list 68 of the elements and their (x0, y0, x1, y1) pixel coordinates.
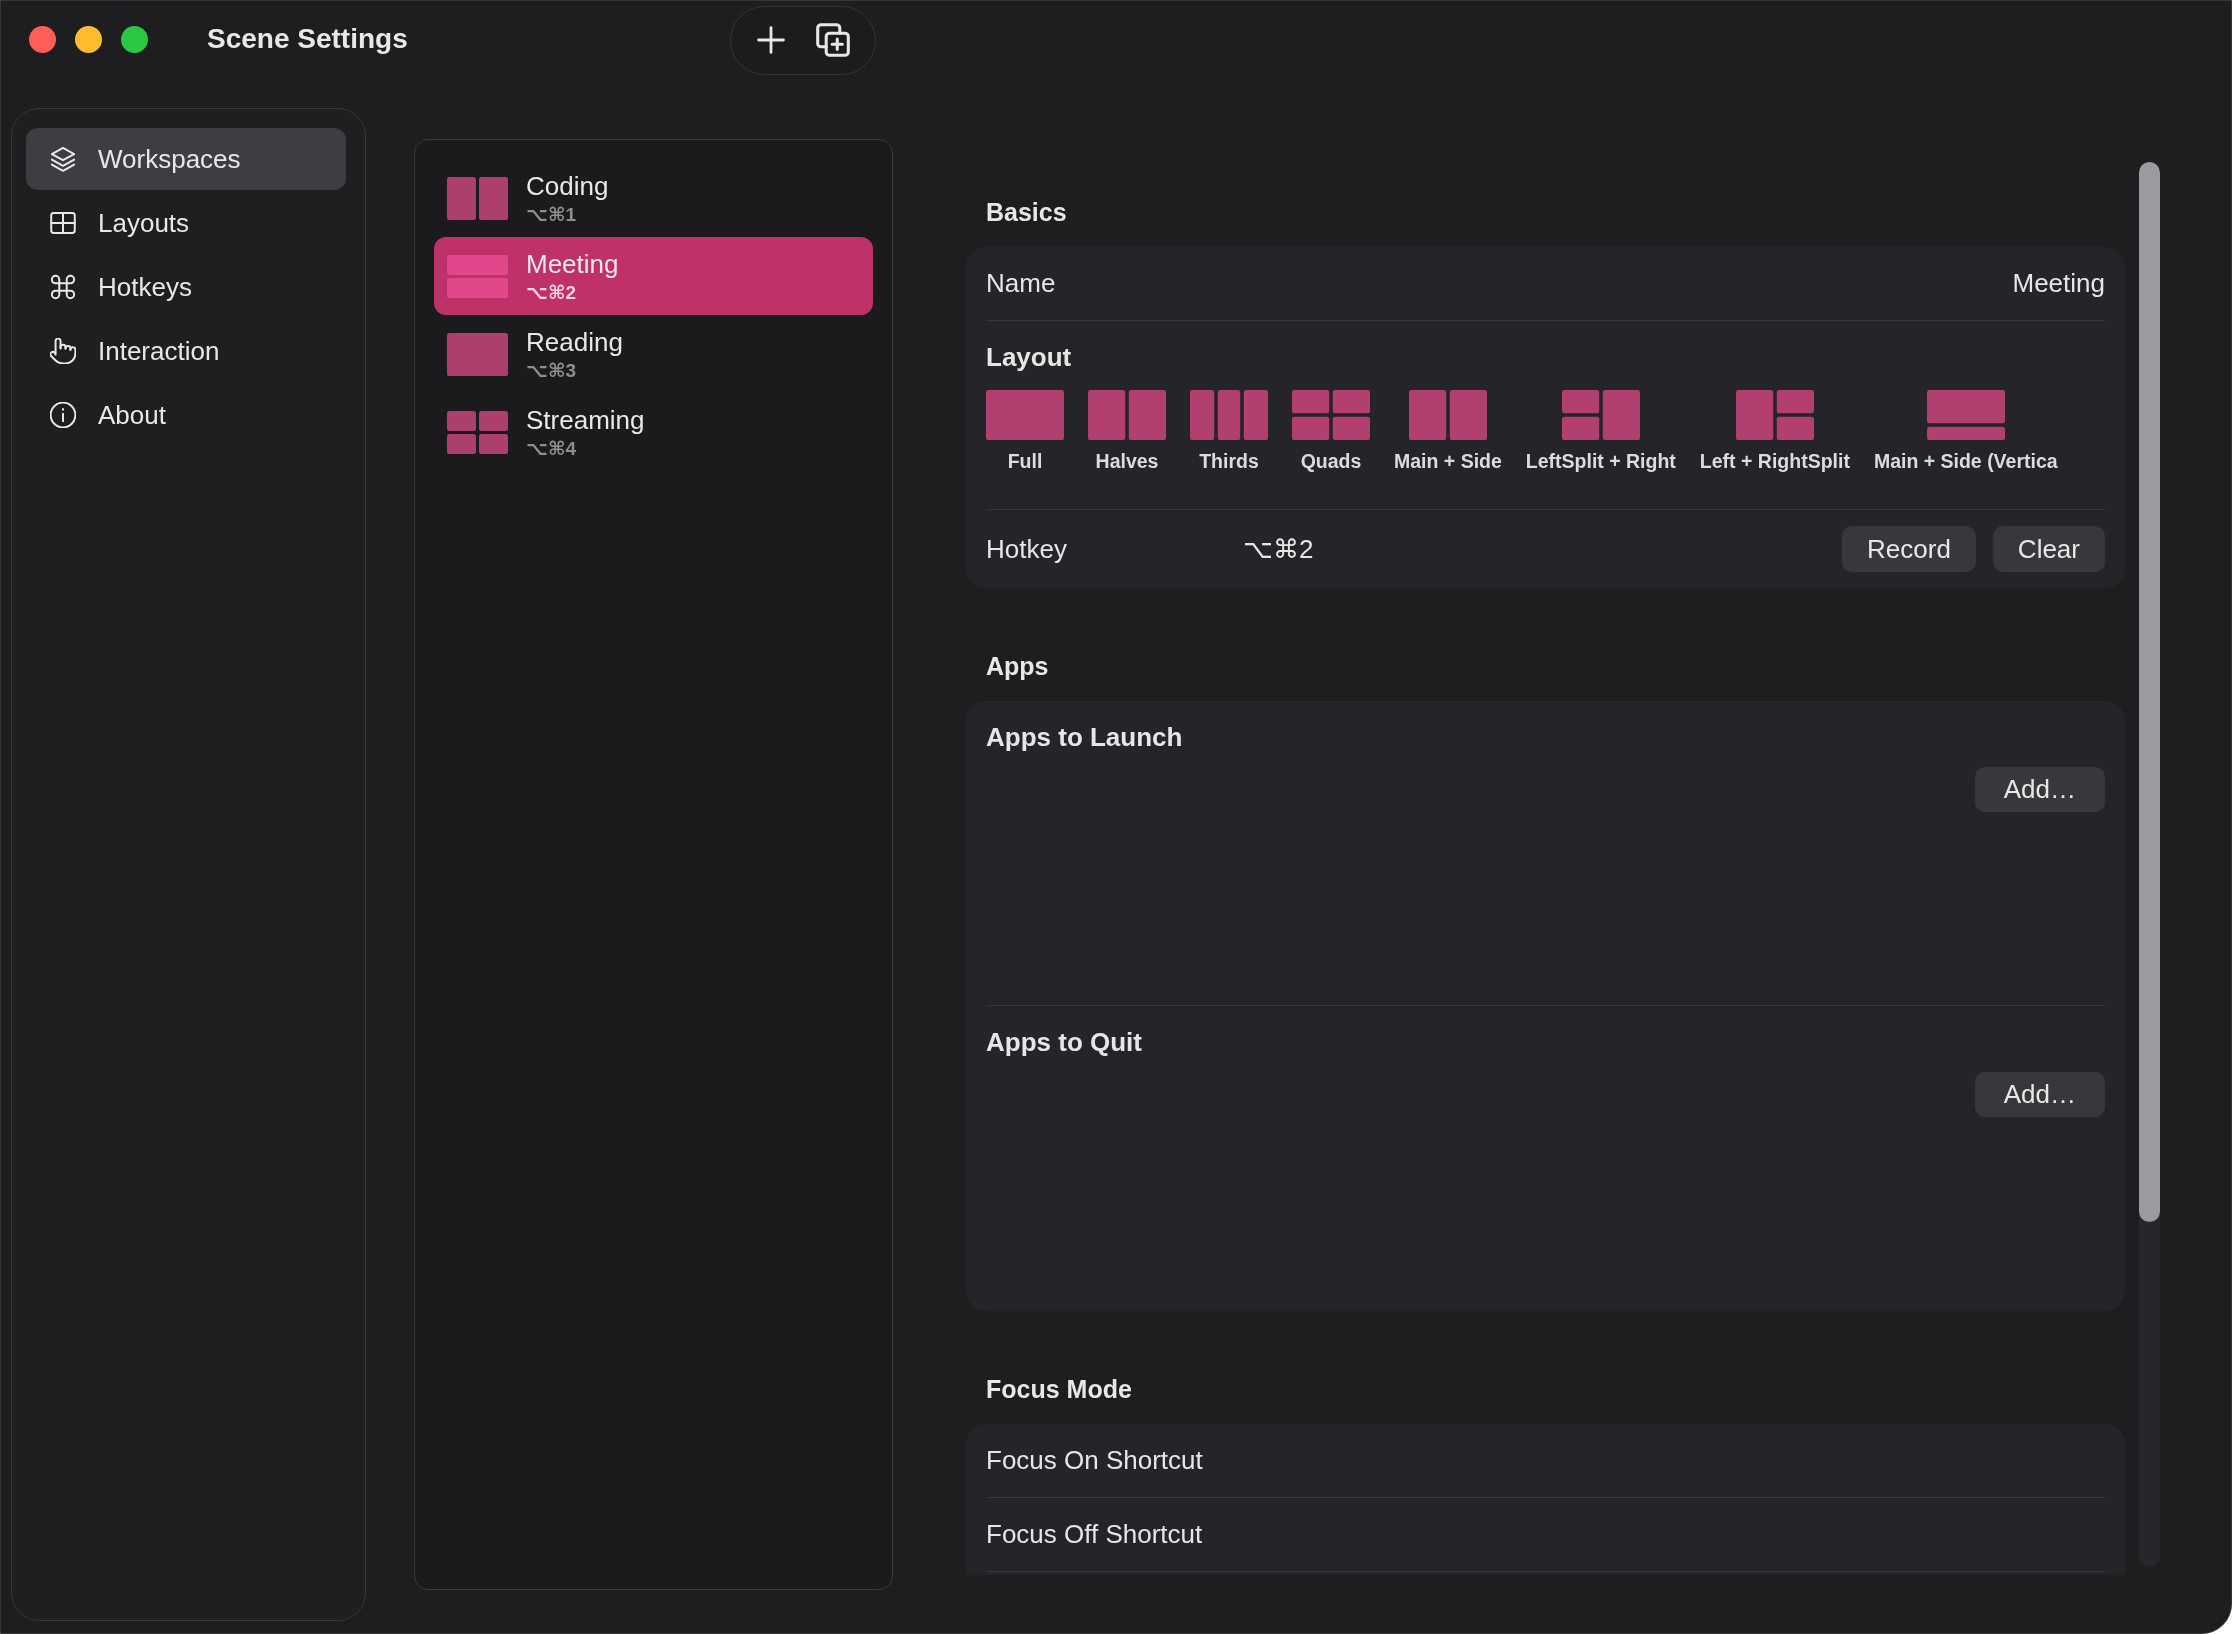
layout-option[interactable]: Thirds (1190, 390, 1268, 473)
setting-label: Focus Off Shortcut (986, 1519, 1203, 1550)
four-grid-icon (447, 410, 508, 454)
hand-pointer-icon (50, 338, 76, 364)
clear-button[interactable]: Clear (1992, 526, 2105, 572)
group-title: Apps to Quit (986, 1027, 1143, 1057)
two-row-icon (447, 254, 508, 298)
layout-option[interactable]: Full (986, 390, 1064, 473)
workspace-item[interactable]: Reading ⌥⌘3 (434, 315, 873, 393)
name-field[interactable]: Meeting (2012, 268, 2105, 299)
sidebar-item[interactable]: Hotkeys (26, 256, 346, 318)
single-panel-icon (447, 332, 508, 376)
field-label: Layout (986, 342, 1073, 372)
sidebar-item[interactable]: About (26, 384, 346, 446)
workspace-shortcut: ⌥⌘3 (526, 359, 578, 382)
workspace-shortcut: ⌥⌘2 (526, 281, 578, 304)
single-panel-icon (986, 390, 1064, 440)
duplicate-icon (815, 23, 850, 57)
four-grid-icon (1292, 390, 1370, 440)
workspace-name: Meeting (526, 248, 619, 279)
scrollbar-thumb[interactable] (2139, 162, 2160, 1222)
plus-icon (756, 26, 785, 54)
two-column-icon (1088, 390, 1166, 440)
record-button[interactable]: Record (1842, 526, 1976, 572)
layout-option[interactable]: LeftSplit + Right (1525, 390, 1676, 473)
layout-option[interactable]: Quads (1292, 390, 1370, 473)
two-column-icon (1408, 390, 1487, 440)
group-title: Apps to Launch (986, 722, 1184, 752)
workspace-name: Coding (526, 170, 609, 201)
sidebar-item[interactable]: Interaction (26, 320, 346, 382)
section-heading: Focus Mode (985, 1374, 1133, 1404)
workspace-name: Streaming (526, 404, 645, 435)
add-button[interactable]: Add… (1974, 1072, 2105, 1117)
info-icon (50, 402, 76, 428)
window-title: Scene Settings (207, 23, 409, 55)
scrollbar[interactable] (2139, 162, 2160, 1567)
workspace-name: Reading (526, 326, 623, 357)
hotkey-value: ⌥⌘2 (1243, 533, 1314, 564)
three-column-icon (1190, 390, 1268, 440)
two-column-icon (447, 176, 508, 220)
section-heading: Basics (985, 197, 1068, 227)
two-row-icon (1926, 390, 2005, 440)
minimize-button[interactable] (75, 25, 102, 53)
workspace-item[interactable]: Coding ⌥⌘1 (434, 159, 873, 237)
zoom-button[interactable] (121, 25, 148, 53)
workspace-item[interactable]: Meeting ⌥⌘2 (434, 237, 873, 315)
add-button[interactable] (756, 26, 785, 54)
workspace-shortcut: ⌥⌘4 (526, 437, 578, 460)
sidebar-item[interactable]: Layouts (26, 192, 346, 254)
setting-label: Focus On Shortcut (986, 1445, 1203, 1476)
grid-icon (50, 210, 76, 236)
workspace-item[interactable]: Streaming ⌥⌘4 (434, 393, 873, 471)
section-heading: Apps (985, 651, 1050, 681)
split-right-column-icon (1735, 390, 1814, 440)
command-icon (50, 274, 76, 300)
layout-option[interactable]: Main + Side (Vertica (1873, 390, 2058, 473)
close-button[interactable] (29, 25, 56, 53)
field-label: Name (986, 268, 1056, 299)
workspace-shortcut: ⌥⌘1 (526, 203, 578, 226)
split-left-column-icon (1561, 390, 1640, 440)
layers-icon (50, 146, 76, 172)
layout-option[interactable]: Halves (1088, 390, 1166, 473)
sidebar-item[interactable]: Workspaces (26, 128, 346, 190)
layout-option[interactable]: Left + RightSplit (1699, 390, 1850, 473)
field-label: Hotkey (986, 533, 1068, 565)
layout-option[interactable]: Main + Side (1394, 390, 1502, 473)
add-button[interactable]: Add… (1974, 767, 2105, 812)
duplicate-button[interactable] (815, 23, 850, 57)
